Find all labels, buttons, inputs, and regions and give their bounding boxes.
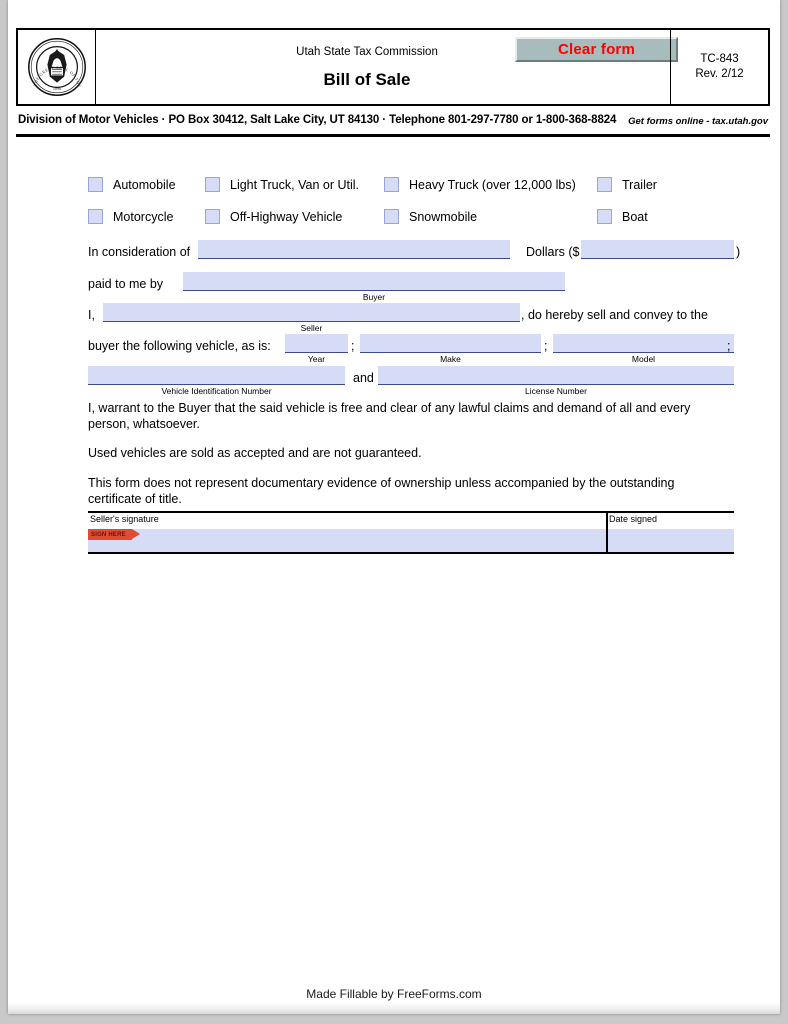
consideration-amount-words-input[interactable] bbox=[198, 240, 510, 259]
buyer-following-vehicle-label: buyer the following vehicle, as is: bbox=[88, 339, 271, 353]
signature-date-divider bbox=[606, 512, 608, 553]
in-consideration-label: In consideration of bbox=[88, 245, 191, 259]
get-forms-online-note: Get forms online - tax.utah.gov bbox=[628, 116, 768, 127]
sign-here-tag-label: SIGN HERE bbox=[91, 531, 126, 538]
checkbox-heavy-truck-label: Heavy Truck (over 12,000 lbs) bbox=[409, 177, 576, 192]
checkbox-light-truck[interactable]: Light Truck, Van or Util. bbox=[205, 177, 359, 192]
seller-name-input[interactable] bbox=[103, 303, 520, 322]
checkbox-snowmobile-box[interactable] bbox=[384, 209, 399, 224]
utah-state-seal-icon: 1896 THE GREAT SEAL OF THE STATE OF UTAH bbox=[27, 37, 86, 96]
buyer-name-input[interactable] bbox=[183, 272, 565, 291]
checkbox-off-highway-vehicle-box[interactable] bbox=[205, 209, 220, 224]
checkbox-snowmobile-label: Snowmobile bbox=[409, 209, 478, 224]
separator-semicolon-3: ; bbox=[727, 339, 731, 353]
and-label: and bbox=[353, 371, 374, 385]
checkbox-light-truck-label: Light Truck, Van or Util. bbox=[230, 177, 359, 192]
separator-semicolon-1: ; bbox=[351, 339, 355, 353]
checkbox-automobile[interactable]: Automobile bbox=[88, 177, 176, 192]
used-vehicles-paragraph: Used vehicles are sold as accepted and a… bbox=[88, 446, 422, 460]
license-caption: License Number bbox=[525, 386, 587, 396]
checkbox-off-highway-vehicle[interactable]: Off-Highway Vehicle bbox=[205, 209, 342, 224]
form-revision: Rev. 2/12 bbox=[695, 68, 744, 80]
checkbox-boat-box[interactable] bbox=[597, 209, 612, 224]
warranty-paragraph: I, warrant to the Buyer that the said ve… bbox=[88, 401, 691, 431]
header-divider-rule bbox=[16, 134, 770, 137]
checkbox-heavy-truck[interactable]: Heavy Truck (over 12,000 lbs) bbox=[384, 177, 576, 192]
sellers-signature-caption: Seller's signature bbox=[90, 514, 159, 524]
svg-text:1896: 1896 bbox=[52, 86, 60, 91]
seal-cell: 1896 THE GREAT SEAL OF THE STATE OF UTAH bbox=[18, 30, 96, 104]
form-code-cell: TC-843 Rev. 2/12 bbox=[670, 30, 768, 104]
checkbox-heavy-truck-box[interactable] bbox=[384, 177, 399, 192]
checkbox-boat[interactable]: Boat bbox=[597, 209, 648, 224]
make-caption: Make bbox=[440, 354, 461, 364]
checkbox-off-highway-vehicle-label: Off-Highway Vehicle bbox=[230, 209, 343, 224]
vehicle-model-input[interactable] bbox=[553, 334, 734, 353]
checkbox-automobile-label: Automobile bbox=[113, 177, 176, 192]
vehicle-type-row-2: Motorcycle Off-Highway Vehicle Snowmobil… bbox=[8, 209, 780, 229]
date-signed-caption: Date signed bbox=[609, 514, 658, 524]
buyer-caption: Buyer bbox=[362, 292, 386, 302]
do-hereby-sell-label: , do hereby sell and convey to the bbox=[521, 308, 708, 322]
paid-to-me-by-label: paid to me by bbox=[88, 277, 164, 291]
dollars-amount-input[interactable] bbox=[581, 240, 734, 259]
seller-signature-input[interactable] bbox=[88, 529, 606, 552]
checkbox-motorcycle-box[interactable] bbox=[88, 209, 103, 224]
dollars-close-paren: ) bbox=[736, 245, 741, 259]
seller-caption: Seller bbox=[300, 323, 323, 333]
signature-block-bottom-rule bbox=[88, 552, 734, 554]
model-caption: Model bbox=[631, 354, 656, 364]
ownership-evidence-paragraph: This form does not represent documentary… bbox=[88, 476, 675, 506]
i-label: I, bbox=[88, 308, 95, 322]
sign-here-tag[interactable]: SIGN HERE bbox=[88, 529, 140, 540]
form-page: 1896 THE GREAT SEAL OF THE STATE OF UTAH… bbox=[8, 0, 780, 1014]
vehicle-make-input[interactable] bbox=[360, 334, 541, 353]
clear-form-button[interactable]: Clear form bbox=[515, 37, 678, 62]
division-contact-line: Division of Motor Vehicles · PO Box 3041… bbox=[18, 114, 617, 126]
checkbox-motorcycle-label: Motorcycle bbox=[113, 209, 174, 224]
form-header-box: 1896 THE GREAT SEAL OF THE STATE OF UTAH… bbox=[16, 28, 770, 106]
footer-attribution: Made Fillable by FreeForms.com bbox=[306, 987, 482, 1001]
year-caption: Year bbox=[307, 354, 326, 364]
vehicle-identification-number-input[interactable] bbox=[88, 366, 345, 385]
signature-block-top-rule bbox=[88, 511, 734, 513]
checkbox-snowmobile[interactable]: Snowmobile bbox=[384, 209, 477, 224]
checkbox-trailer-label: Trailer bbox=[622, 177, 657, 192]
checkbox-trailer-box[interactable] bbox=[597, 177, 612, 192]
form-code: TC-843 bbox=[700, 53, 739, 65]
vehicle-year-input[interactable] bbox=[285, 334, 348, 353]
checkbox-light-truck-box[interactable] bbox=[205, 177, 220, 192]
form-title: Bill of Sale bbox=[323, 70, 411, 89]
checkbox-trailer[interactable]: Trailer bbox=[597, 177, 657, 192]
vin-caption: Vehicle Identification Number bbox=[161, 386, 272, 396]
checkbox-automobile-box[interactable] bbox=[88, 177, 103, 192]
vehicle-type-row-1: Automobile Light Truck, Van or Util. Hea… bbox=[8, 177, 780, 197]
license-number-input[interactable] bbox=[378, 366, 734, 385]
separator-semicolon-2: ; bbox=[544, 339, 548, 353]
checkbox-motorcycle[interactable]: Motorcycle bbox=[88, 209, 173, 224]
checkbox-boat-label: Boat bbox=[622, 209, 648, 224]
dollars-label: Dollars ($ bbox=[526, 245, 580, 259]
date-signed-input[interactable] bbox=[608, 529, 734, 552]
